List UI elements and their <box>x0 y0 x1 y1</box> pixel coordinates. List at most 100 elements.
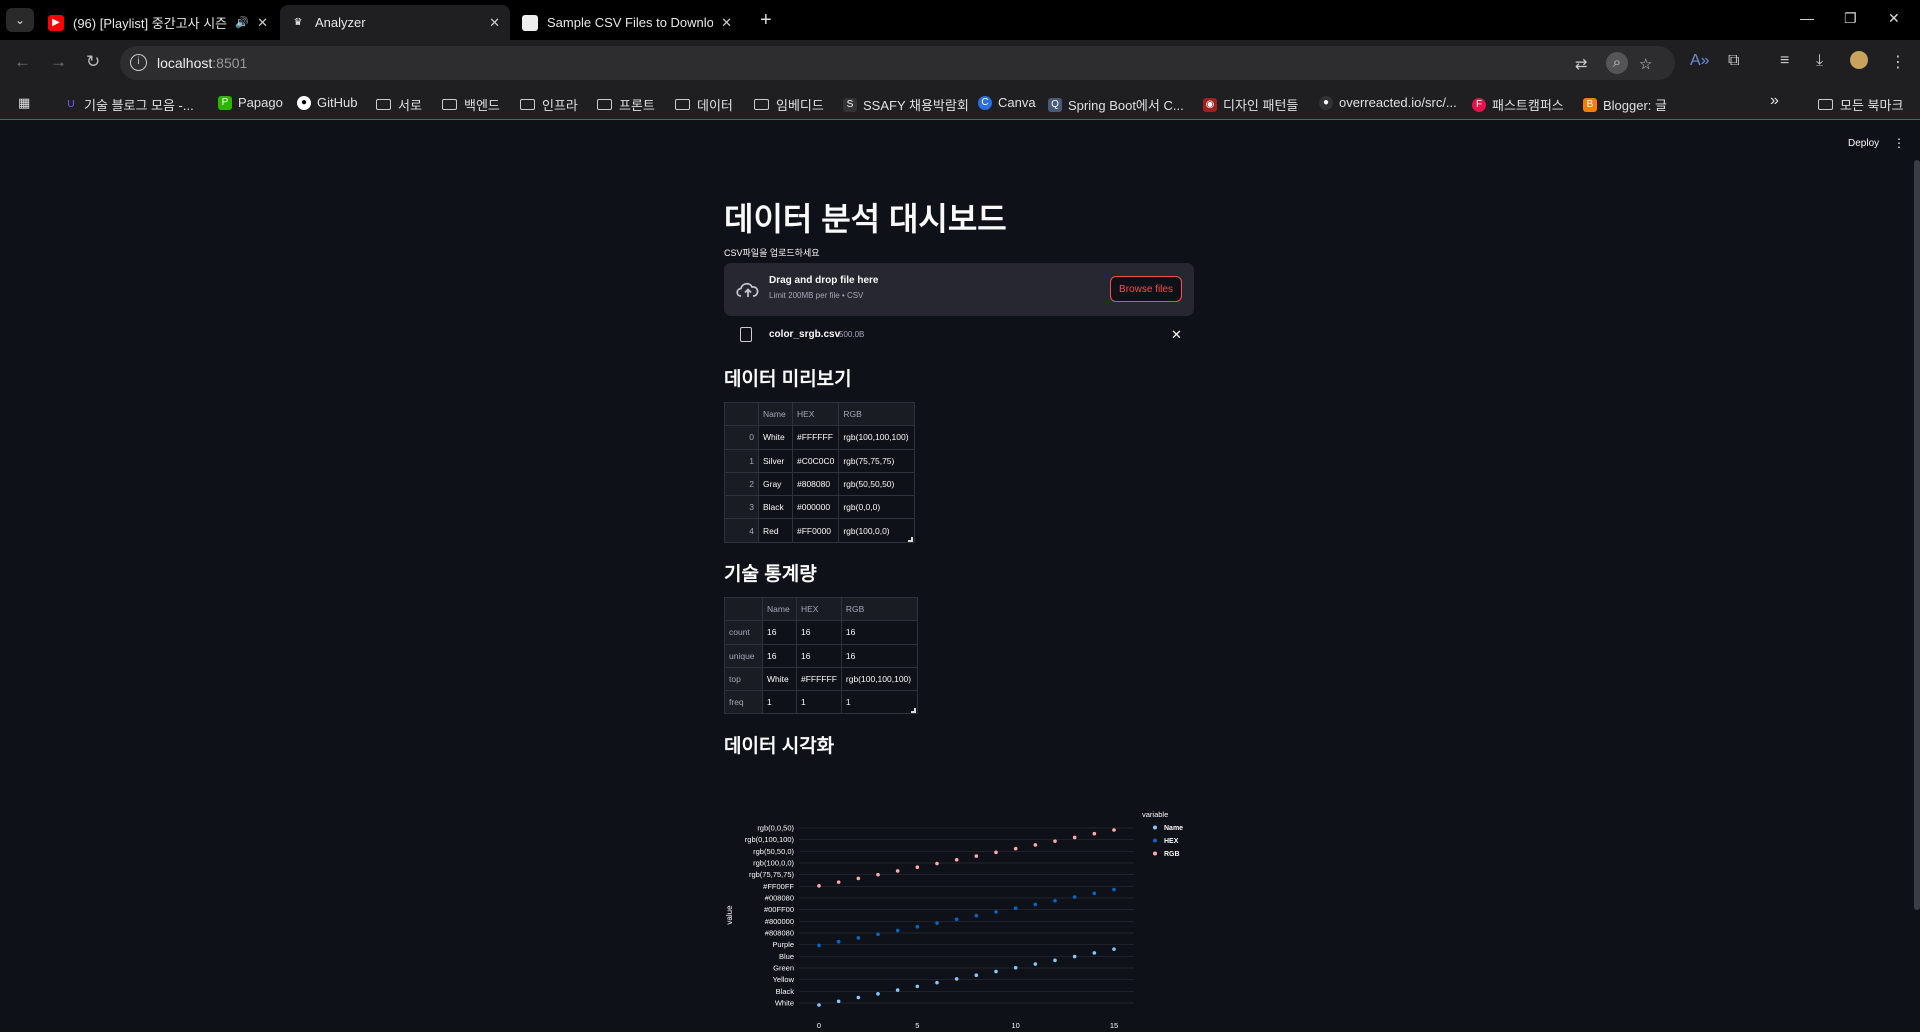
table-cell[interactable]: Gray <box>758 471 793 497</box>
bookmark-folder[interactable]: 백엔드 <box>442 95 500 114</box>
column-header[interactable]: Name <box>762 596 797 622</box>
table-cell[interactable]: #FFFFFF <box>796 666 842 692</box>
table-cell[interactable]: 16 <box>840 620 918 645</box>
close-icon[interactable]: ✕ <box>721 15 732 31</box>
column-header[interactable]: RGB <box>840 596 918 622</box>
site-info-icon[interactable]: i <box>130 54 147 71</box>
data-point <box>1053 839 1057 843</box>
deploy-button[interactable]: Deploy <box>1848 138 1879 149</box>
minimize-button[interactable]: — <box>1800 10 1814 26</box>
translate-icon[interactable]: ⇄ <box>1575 55 1588 73</box>
address-bar[interactable]: i localhost:8501 ⇄ ⌕ ☆ <box>120 46 1675 80</box>
bookmark-item[interactable]: F 패스트캠퍼스 <box>1472 95 1564 114</box>
more-bookmarks-button[interactable]: » <box>1770 92 1779 110</box>
stats-table[interactable]: Name HEX RGB count 16 16 16 unique 16 16 16 to… <box>724 596 918 715</box>
y-tick-label: #FF00FF <box>763 882 794 891</box>
bookmark-item[interactable]: C Canva <box>978 95 1036 110</box>
table-resize-handle[interactable] <box>908 537 913 542</box>
bookmark-item[interactable]: Q Spring Boot에서 C... <box>1048 95 1184 114</box>
table-cell[interactable]: White <box>758 425 793 450</box>
table-cell[interactable]: rgb(75,75,75) <box>838 448 916 473</box>
bookmark-folder[interactable]: 서로 <box>376 95 422 114</box>
url-text[interactable]: localhost:8501 <box>157 55 247 71</box>
table-cell[interactable]: 16 <box>796 620 842 645</box>
table-cell[interactable]: #000000 <box>791 495 840 520</box>
bookmark-label: 서로 <box>398 98 422 113</box>
table-cell[interactable]: rgb(100,0,0) <box>838 518 916 543</box>
tab-youtube[interactable]: ▶ (96) [Playlist] 중간고사 시즌 🔊 ✕ <box>38 5 278 40</box>
table-cell[interactable]: rgb(100,100,100) <box>840 666 918 692</box>
tab-sample-csv[interactable]: Sample CSV Files to Download ✕ <box>512 5 742 40</box>
remove-file-button[interactable]: ✕ <box>1171 327 1182 343</box>
close-icon[interactable]: ✕ <box>257 15 268 31</box>
table-cell[interactable]: Red <box>758 518 793 543</box>
speaker-icon[interactable]: 🔊 <box>235 16 249 29</box>
bookmark-folder[interactable]: 임베디드 <box>754 95 824 114</box>
media-control-icon[interactable]: ≡ <box>1780 52 1789 70</box>
table-cell[interactable]: Black <box>758 495 793 520</box>
table-cell[interactable]: 16 <box>796 643 842 668</box>
browse-files-button[interactable]: Browse files <box>1110 276 1182 302</box>
browser-menu-icon[interactable]: ⋮ <box>1890 52 1906 72</box>
window-close-button[interactable]: ✕ <box>1888 10 1900 27</box>
data-point <box>895 988 900 992</box>
close-icon[interactable]: ✕ <box>489 15 500 31</box>
scatter-chart[interactable]: White Black Yellow Green Blue Purple #808080 #8… <box>724 800 1194 1032</box>
app-menu-icon[interactable]: ⋮ <box>1893 136 1905 150</box>
table-resize-handle[interactable] <box>911 708 916 713</box>
column-header[interactable]: HEX <box>791 401 840 427</box>
bookmark-folder[interactable]: 프론트 <box>597 95 655 114</box>
new-tab-button[interactable]: + <box>760 9 772 32</box>
table-cell[interactable]: 16 <box>762 643 797 668</box>
forward-button[interactable]: → <box>50 52 67 72</box>
table-cell[interactable]: #FF0000 <box>791 518 840 543</box>
zoom-icon[interactable]: ⌕ <box>1606 52 1628 74</box>
bookmark-folder[interactable]: 데이터 <box>675 95 733 114</box>
column-header[interactable] <box>724 596 763 622</box>
table-cell[interactable]: 1 <box>840 690 918 715</box>
apps-icon[interactable]: ▦ <box>18 95 30 111</box>
table-cell[interactable]: rgb(50,50,50) <box>838 471 916 497</box>
scrollbar[interactable] <box>1914 160 1920 910</box>
avatar[interactable] <box>1850 51 1868 69</box>
table-cell[interactable]: White <box>762 666 797 692</box>
bookmark-item[interactable]: P Papago <box>218 95 283 110</box>
table-cell[interactable]: 16 <box>762 620 797 645</box>
data-point <box>856 936 861 940</box>
table-cell[interactable]: #C0C0C0 <box>791 448 840 473</box>
table-cell[interactable]: #FFFFFF <box>791 425 840 450</box>
data-point <box>1013 965 1018 970</box>
file-dropzone[interactable]: Drag and drop file here Limit 200MB per … <box>724 263 1194 316</box>
bookmark-folder[interactable]: 인프라 <box>520 95 578 114</box>
table-cell[interactable]: Silver <box>758 448 793 473</box>
read-aloud-icon[interactable]: A» <box>1690 52 1710 70</box>
table-cell[interactable]: 16 <box>840 643 918 668</box>
reload-button[interactable]: ↻ <box>86 52 100 72</box>
table-cell[interactable]: 1 <box>762 690 797 715</box>
restore-button[interactable]: ❐ <box>1844 10 1857 27</box>
bookmark-item[interactable]: ● overreacted.io/src/... <box>1319 95 1457 110</box>
tab-analyzer[interactable]: ♛ Analyzer ✕ <box>280 5 510 40</box>
all-bookmarks-folder[interactable]: 모든 북마크 <box>1818 95 1903 114</box>
column-header[interactable]: HEX <box>796 596 842 622</box>
column-header[interactable]: Name <box>758 401 793 427</box>
table-cell[interactable]: rgb(0,0,0) <box>838 495 916 520</box>
bookmark-item[interactable]: ● GitHub <box>297 95 357 110</box>
bookmark-item[interactable]: B Blogger: 글 <box>1583 95 1667 114</box>
column-header[interactable]: RGB <box>838 401 916 427</box>
table-cell[interactable]: rgb(100,100,100) <box>838 425 916 450</box>
bookmark-item[interactable]: ◉ 디자인 패턴들 <box>1203 95 1298 114</box>
back-button[interactable]: ← <box>14 52 31 72</box>
column-header[interactable] <box>724 401 759 427</box>
bookmark-item[interactable]: S SSAFY 채용박람회 <box>843 95 969 114</box>
download-icon[interactable]: ⤓ <box>1816 52 1823 70</box>
preview-table[interactable]: Name HEX RGB 0 White #FFFFFF rgb(100,100,10… <box>724 401 916 543</box>
star-icon[interactable]: ☆ <box>1639 55 1652 73</box>
table-cell[interactable]: #808080 <box>791 471 840 497</box>
tab-search-button[interactable]: ⌄ <box>6 8 34 32</box>
extensions-icon[interactable]: ⧉ <box>1728 52 1739 70</box>
data-point <box>1013 846 1018 851</box>
y-tick-label: rgb(75,75,75) <box>749 870 795 879</box>
bookmark-item[interactable]: U 기술 블로그 모음 -... <box>64 95 193 114</box>
table-cell[interactable]: 1 <box>796 690 842 715</box>
